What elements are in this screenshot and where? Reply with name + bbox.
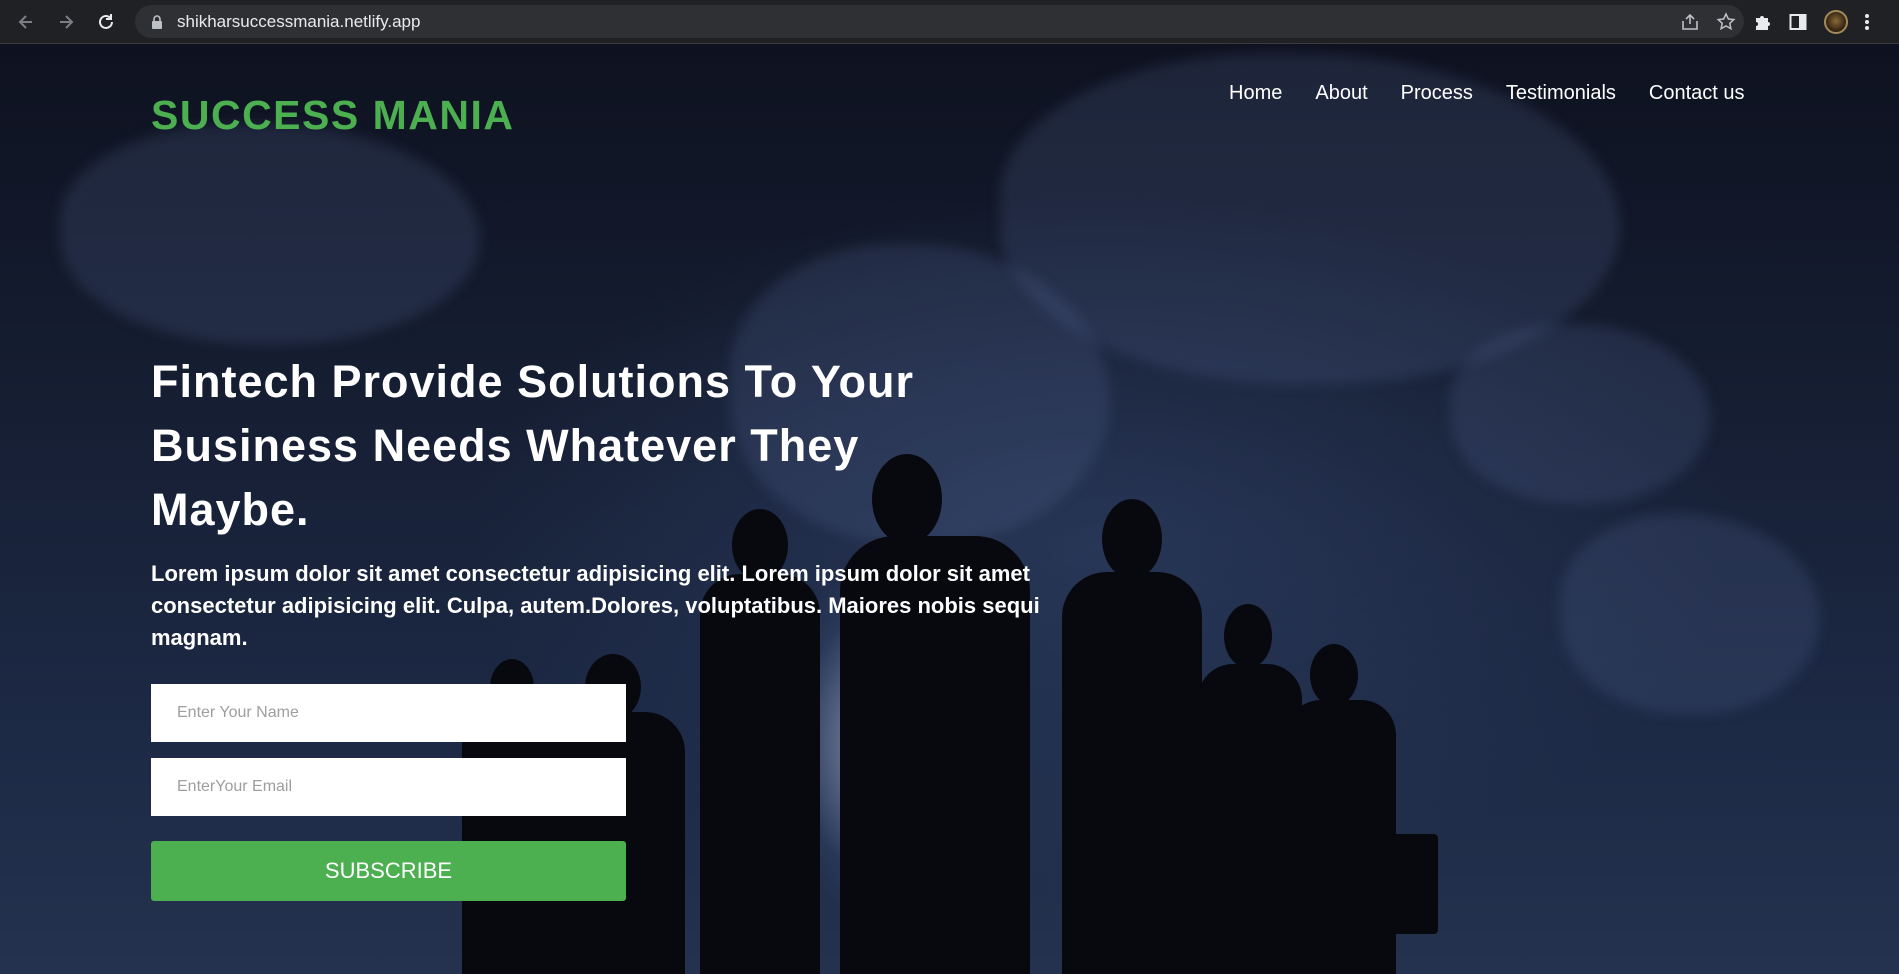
side-panel-icon[interactable] bbox=[1788, 12, 1808, 32]
world-map-background bbox=[60, 124, 480, 344]
address-bar[interactable]: shikharsuccessmania.netlify.app bbox=[135, 5, 1744, 38]
star-icon[interactable] bbox=[1716, 11, 1736, 32]
hero-headline-line-3: Maybe. bbox=[151, 484, 310, 535]
world-map-background bbox=[1450, 324, 1710, 504]
share-icon[interactable] bbox=[1680, 12, 1700, 32]
arrow-left-icon bbox=[18, 15, 32, 29]
puzzle-icon[interactable] bbox=[1752, 12, 1772, 32]
avatar[interactable] bbox=[1824, 10, 1848, 34]
hero-headline-line-1: Fintech Provide Solutions To Your bbox=[151, 356, 915, 407]
email-input[interactable] bbox=[151, 758, 626, 816]
hero-description: Lorem ipsum dolor sit amet consectetur a… bbox=[151, 561, 1040, 650]
name-input[interactable] bbox=[151, 684, 626, 742]
nav-item-contact[interactable]: Contact us bbox=[1649, 82, 1745, 105]
hero-section: SUCCESS MANIA Home About Process Testimo… bbox=[0, 44, 1899, 974]
world-map-background bbox=[1560, 514, 1820, 714]
lock-icon bbox=[149, 14, 165, 30]
hero-headline: Fintech Provide Solutions To Your Busine… bbox=[151, 350, 1031, 542]
forward-button[interactable] bbox=[46, 2, 86, 42]
reload-button[interactable] bbox=[86, 2, 126, 42]
nav-item-about[interactable]: About bbox=[1315, 82, 1367, 105]
url-text[interactable]: shikharsuccessmania.netlify.app bbox=[177, 12, 420, 32]
nav-item-testimonials[interactable]: Testimonials bbox=[1506, 82, 1616, 105]
nav-item-process[interactable]: Process bbox=[1401, 82, 1473, 105]
arrow-right-icon bbox=[60, 15, 74, 29]
nav-item-home[interactable]: Home bbox=[1229, 82, 1282, 105]
back-button[interactable] bbox=[6, 2, 46, 42]
subscribe-button[interactable]: SUBSCRIBE bbox=[151, 841, 626, 901]
browser-toolbar: shikharsuccessmania.netlify.app bbox=[0, 0, 1899, 44]
hero-headline-line-2: Business Needs Whatever They bbox=[151, 420, 860, 471]
main-nav: Home About Process Testimonials Contact … bbox=[1229, 82, 1745, 105]
reload-icon bbox=[99, 14, 113, 29]
kebab-menu-icon[interactable] bbox=[1864, 12, 1870, 32]
brand-logo[interactable]: SUCCESS MANIA bbox=[151, 92, 514, 139]
